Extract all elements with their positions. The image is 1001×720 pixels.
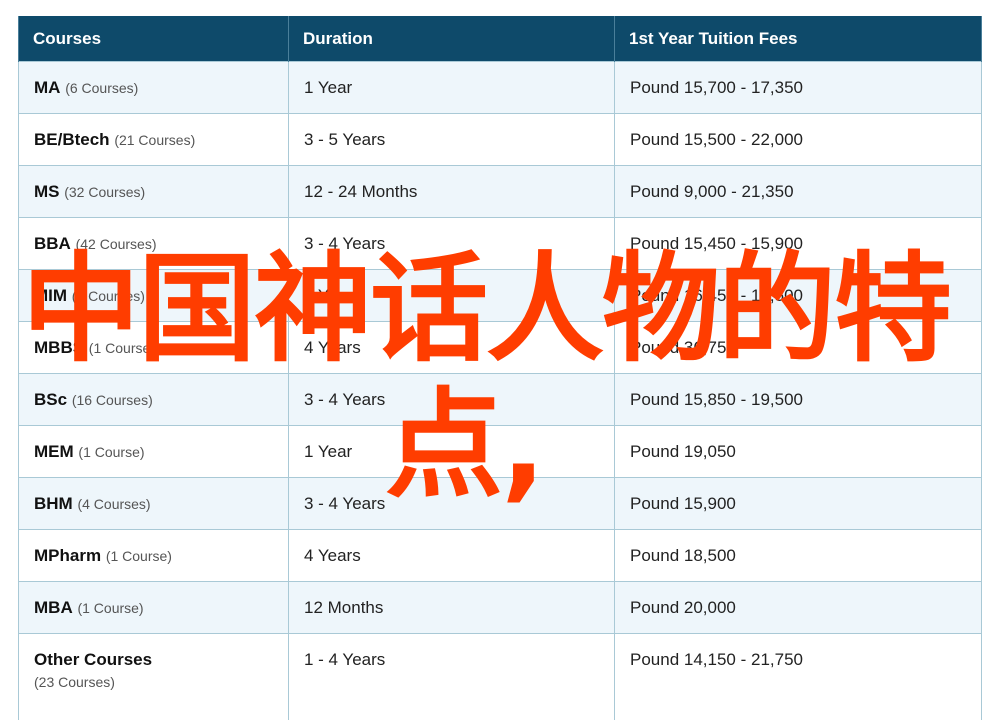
- table-row: BE/Btech (21 Courses) 3 - 5 Years Pound …: [18, 113, 982, 166]
- fees-cell: Pound 15,450 - 15,900: [614, 217, 982, 270]
- page: Courses Duration 1st Year Tuition Fees M…: [0, 0, 1001, 720]
- table-row: MBBS (1 Course) 4 Years Pound 36,750: [18, 321, 982, 374]
- table-row: MEM (1 Course) 1 Year Pound 19,050: [18, 425, 982, 478]
- table-row: BSc (16 Courses) 3 - 4 Years Pound 15,85…: [18, 373, 982, 426]
- table-row: MA (6 Courses) 1 Year Pound 15,700 - 17,…: [18, 61, 982, 114]
- course-count: (4 Courses): [77, 495, 151, 512]
- course-count: (1 Course): [77, 599, 144, 616]
- fees-cell: Pound 20,000: [614, 581, 982, 634]
- course-name[interactable]: MBBS: [34, 338, 84, 357]
- table-header-row: Courses Duration 1st Year Tuition Fees: [18, 16, 982, 62]
- duration-cell: 3 - 4 Years: [288, 477, 615, 530]
- course-name[interactable]: BSc: [34, 390, 67, 409]
- table-row: MBA (1 Course) 12 Months Pound 20,000: [18, 581, 982, 634]
- table-row: MS (32 Courses) 12 - 24 Months Pound 9,0…: [18, 165, 982, 218]
- course-name[interactable]: MS: [34, 182, 60, 201]
- duration-cell: 12 Months: [288, 581, 615, 634]
- fees-cell: Pound 15,700 - 17,350: [614, 61, 982, 114]
- course-count: (42 Courses): [75, 235, 157, 252]
- course-fees-table: Courses Duration 1st Year Tuition Fees M…: [18, 16, 982, 720]
- course-name[interactable]: MIM: [34, 286, 67, 305]
- fees-cell: Pound 15,500 - 22,000: [614, 113, 982, 166]
- fees-cell: Pound 9,000 - 21,350: [614, 165, 982, 218]
- table-row: Other Courses (23 Courses) 1 - 4 Years Po…: [18, 633, 982, 720]
- course-count: (16 Courses): [71, 391, 153, 408]
- duration-cell: 12 - 24 Months: [288, 165, 615, 218]
- course-cell: MBA (1 Course): [18, 581, 289, 634]
- course-cell: BBA (42 Courses): [18, 217, 289, 270]
- fees-cell: Pound 36,750: [614, 321, 982, 374]
- fees-cell: Pound 19,050: [614, 425, 982, 478]
- duration-cell: 3 - 4 Years: [288, 373, 615, 426]
- course-cell: Other Courses (23 Courses): [18, 633, 289, 720]
- course-cell: MEM (1 Course): [18, 425, 289, 478]
- header-courses: Courses: [18, 16, 289, 62]
- course-name[interactable]: MA: [34, 78, 60, 97]
- course-count: (23 Courses): [34, 674, 115, 690]
- course-name[interactable]: BE/Btech: [34, 130, 110, 149]
- course-count: (6 Courses): [65, 79, 139, 96]
- course-count: (2 Courses): [71, 287, 145, 304]
- course-count: (1 Course): [105, 547, 172, 564]
- course-cell: BE/Btech (21 Courses): [18, 113, 289, 166]
- table-row: BHM (4 Courses) 3 - 4 Years Pound 15,900: [18, 477, 982, 530]
- header-tuition-fees: 1st Year Tuition Fees: [614, 16, 982, 62]
- duration-cell: 3 - 5 Years: [288, 113, 615, 166]
- course-count: (21 Courses): [114, 131, 196, 148]
- table-row: MPharm (1 Course) 4 Years Pound 18,500: [18, 529, 982, 582]
- duration-cell: 3 - 4 Years: [288, 217, 615, 270]
- header-duration: Duration: [288, 16, 615, 62]
- course-cell: MA (6 Courses): [18, 61, 289, 114]
- course-count: (32 Courses): [64, 183, 146, 200]
- course-cell: MPharm (1 Course): [18, 529, 289, 582]
- course-name[interactable]: MBA: [34, 598, 73, 617]
- course-name[interactable]: BHM: [34, 494, 73, 513]
- course-cell: MBBS (1 Course): [18, 321, 289, 374]
- table-row: BBA (42 Courses) 3 - 4 Years Pound 15,45…: [18, 217, 982, 270]
- course-name[interactable]: MEM: [34, 442, 74, 461]
- course-count: (1 Course): [88, 339, 155, 356]
- table-row: MIM (2 Courses) 1 Year Pound 16,450 - 17…: [18, 269, 982, 322]
- course-name[interactable]: BBA: [34, 234, 71, 253]
- course-cell: MS (32 Courses): [18, 165, 289, 218]
- duration-cell: 1 Year: [288, 61, 615, 114]
- course-name[interactable]: MPharm: [34, 546, 101, 565]
- duration-cell: 4 Years: [288, 321, 615, 374]
- fees-cell: Pound 15,900: [614, 477, 982, 530]
- course-cell: MIM (2 Courses): [18, 269, 289, 322]
- fees-cell: Pound 14,150 - 21,750: [614, 633, 982, 720]
- course-cell: BSc (16 Courses): [18, 373, 289, 426]
- fees-cell: Pound 16,450 - 17,500: [614, 269, 982, 322]
- duration-cell: 4 Years: [288, 529, 615, 582]
- course-cell: BHM (4 Courses): [18, 477, 289, 530]
- fees-cell: Pound 15,850 - 19,500: [614, 373, 982, 426]
- course-count: (1 Course): [78, 443, 145, 460]
- duration-cell: 1 Year: [288, 269, 615, 322]
- course-name[interactable]: Other Courses: [34, 650, 152, 669]
- fees-cell: Pound 18,500: [614, 529, 982, 582]
- duration-cell: 1 - 4 Years: [288, 633, 615, 720]
- duration-cell: 1 Year: [288, 425, 615, 478]
